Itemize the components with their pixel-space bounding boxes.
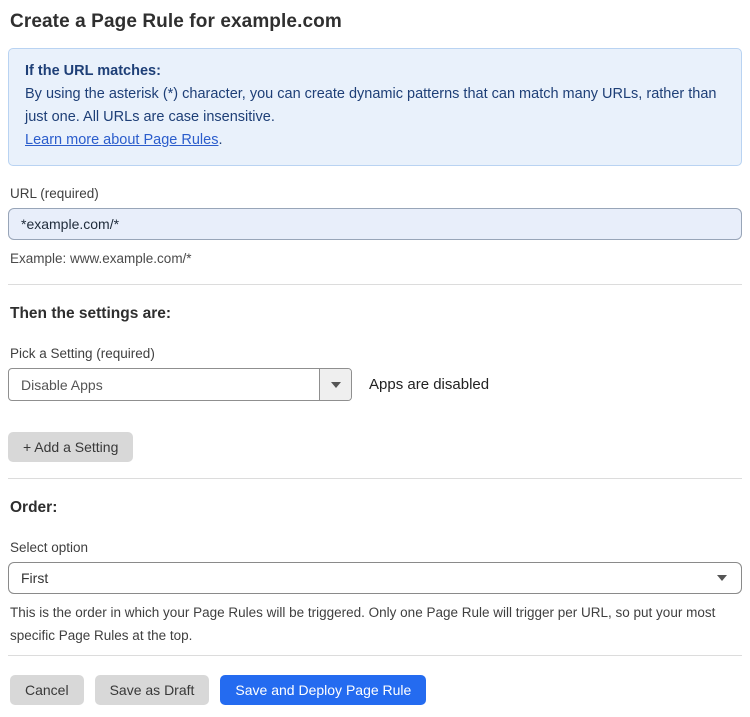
caret-down-icon [717,575,727,581]
page-title: Create a Page Rule for example.com [10,11,342,32]
order-select[interactable]: First [8,562,742,594]
save-and-deploy-button[interactable]: Save and Deploy Page Rule [220,675,427,705]
add-setting-button[interactable]: + Add a Setting [8,432,134,462]
divider [8,284,742,285]
learn-more-link[interactable]: Learn more about Page Rules [25,132,218,148]
save-as-draft-button[interactable]: Save as Draft [94,675,210,705]
order-select-value: First [21,570,49,586]
pick-setting-label: Pick a Setting (required) [10,346,155,361]
setting-dropdown-arrow-button[interactable] [319,369,351,400]
link-period: . [218,132,223,148]
url-input[interactable] [8,208,742,240]
info-box-body: By using the asterisk (*) character, you… [25,83,725,152]
url-match-info-box: If the URL matches: By using the asteris… [8,48,742,166]
setting-dropdown-value[interactable]: Disable Apps [9,369,319,400]
select-option-label: Select option [10,540,89,555]
caret-down-icon [330,381,341,388]
url-example-helper: Example: www.example.com/* [10,251,192,266]
form-action-row: Cancel Save as Draft Save and Deploy Pag… [8,675,742,705]
url-field-label: URL (required) [10,186,99,201]
divider [8,478,742,479]
settings-section-heading: Then the settings are: [10,305,172,322]
divider [8,655,742,656]
setting-dropdown[interactable]: Disable Apps [8,368,352,401]
info-box-body-text: By using the asterisk (*) character, you… [25,86,717,125]
order-section-heading: Order: [10,499,58,516]
info-box-heading: If the URL matches: [25,63,161,79]
setting-row: Disable Apps Apps are disabled [8,368,742,401]
order-helper-text: This is the order in which your Page Rul… [10,605,716,643]
cancel-button[interactable]: Cancel [10,675,84,705]
create-page-rule-form: Create a Page Rule for example.com If th… [0,0,750,717]
setting-status-text: Apps are disabled [369,376,490,393]
